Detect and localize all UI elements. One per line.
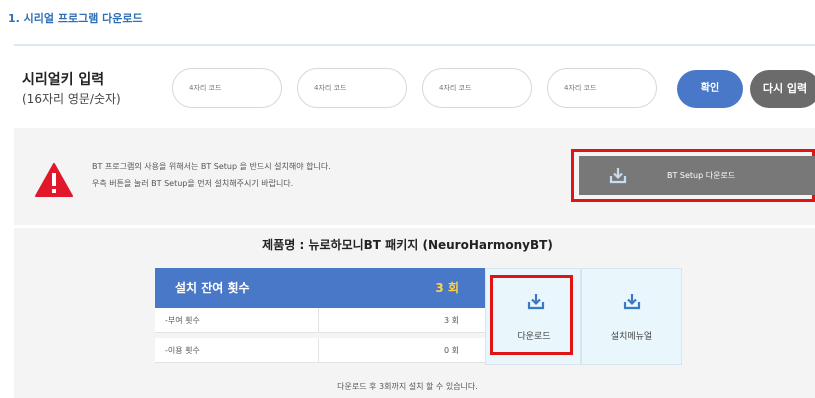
used-count-value: 0 회	[444, 346, 459, 355]
table-row: -이용 횟수 0 회	[155, 338, 485, 363]
serial-key-sublabel: (16자리 영문/숫자)	[22, 92, 121, 106]
serial-code-input-1[interactable]	[172, 68, 282, 108]
install-remaining-label: 설치 잔여 횟수	[175, 281, 250, 295]
reenter-button[interactable]: 다시 입력	[750, 70, 815, 108]
bt-setup-download-button[interactable]: BT Setup 다운로드	[579, 156, 815, 195]
section-title: 1. 시리얼 프로그램 다운로드	[8, 12, 143, 25]
row-divider	[318, 308, 319, 333]
download-highlight	[490, 275, 573, 355]
download-icon	[623, 294, 641, 310]
product-name: 제품명 : 뉴로하모니BT 패키지 (NeuroHarmonyBT)	[262, 238, 553, 252]
granted-count-label: -부여 횟수	[165, 316, 200, 325]
serial-code-input-3[interactable]	[422, 68, 532, 108]
download-icon	[609, 168, 627, 184]
notice-text-line-2: 우측 버튼을 눌러 BT Setup을 먼저 설치해주시기 바랍니다.	[92, 179, 294, 188]
row-divider	[318, 338, 319, 363]
confirm-button[interactable]: 확인	[677, 70, 743, 108]
notice-text-line-1: BT 프로그램의 사용을 위해서는 BT Setup 을 반드시 설치해야 합니…	[92, 162, 331, 171]
serial-code-input-4[interactable]	[547, 68, 657, 108]
granted-count-value: 3 회	[444, 316, 459, 325]
table-row: -부여 횟수 3 회	[155, 308, 485, 333]
used-count-label: -이용 횟수	[165, 346, 200, 355]
install-footnote: 다운로드 후 3회까지 설치 할 수 있습니다.	[337, 382, 478, 391]
title-divider	[14, 44, 815, 46]
warning-icon	[35, 163, 73, 197]
install-manual-label: 설치메뉴얼	[610, 332, 653, 342]
install-remaining-header: 설치 잔여 횟수 3 회	[155, 268, 485, 308]
serial-key-label: 시리얼키 입력	[22, 72, 105, 88]
install-remaining-value: 3 회	[435, 281, 459, 295]
install-manual-button[interactable]	[581, 268, 682, 365]
bt-setup-download-label: BT Setup 다운로드	[667, 171, 736, 180]
serial-code-input-2[interactable]	[297, 68, 407, 108]
